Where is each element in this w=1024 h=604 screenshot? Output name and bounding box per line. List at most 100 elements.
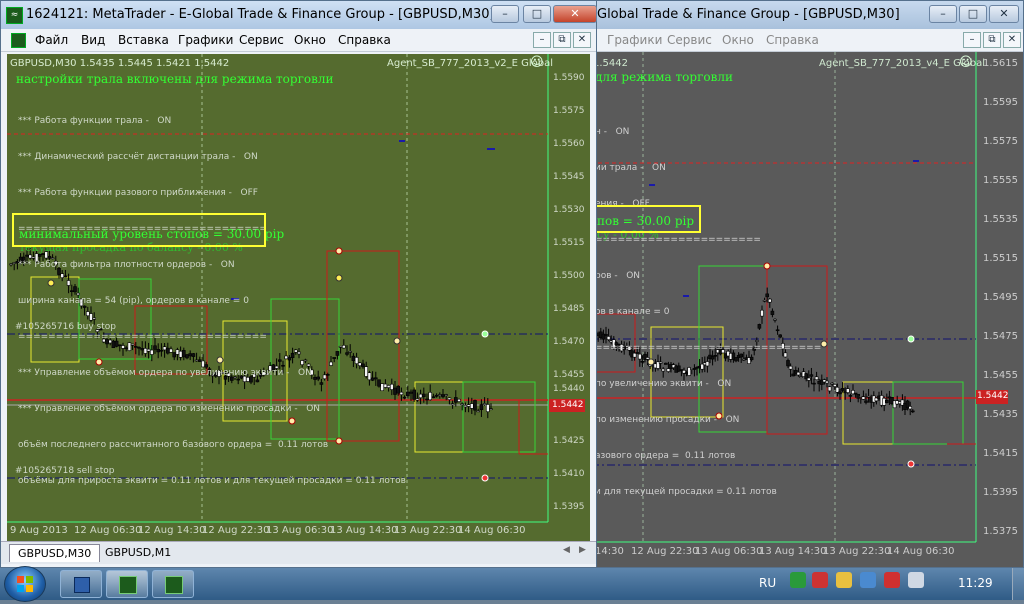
left-titlebar[interactable]: ≈ 1624121: MetaTrader - E-Global Trade &… bbox=[1, 1, 597, 29]
price-label: 1.5455 bbox=[983, 370, 1018, 381]
candle-body bbox=[418, 393, 423, 399]
menu-charts[interactable]: Графики bbox=[178, 33, 233, 47]
mdi-close-button[interactable]: ✕ bbox=[1003, 32, 1021, 48]
candle-body bbox=[846, 388, 850, 393]
minimize-button[interactable]: – bbox=[929, 5, 957, 23]
price-label: 1.5500 bbox=[553, 271, 585, 281]
mdi-minimize-button[interactable]: – bbox=[963, 32, 981, 48]
menu-insert[interactable]: Вставка bbox=[118, 33, 169, 47]
metatrader-icon bbox=[119, 576, 137, 594]
taskbar: RU 11:29 bbox=[0, 566, 1024, 602]
candle-body bbox=[463, 405, 468, 408]
mdi-close-button[interactable]: ✕ bbox=[573, 32, 591, 48]
price-label: 1.5415 bbox=[983, 448, 1018, 459]
candle-body bbox=[434, 394, 439, 397]
right-chart-header: 1.5442 bbox=[593, 58, 628, 69]
close-button[interactable]: ✕ bbox=[553, 5, 597, 23]
candle-body bbox=[457, 398, 461, 402]
start-button[interactable] bbox=[4, 566, 46, 602]
taskbar-metatrader-2[interactable] bbox=[152, 570, 194, 598]
time-label: 12 Aug 22:30 bbox=[631, 546, 699, 557]
info-line: н - ON bbox=[595, 127, 630, 137]
candle-body bbox=[405, 391, 410, 397]
left-window-title: 1624121: MetaTrader - E-Global Trade & F… bbox=[26, 7, 495, 22]
tray-app-icon[interactable] bbox=[790, 572, 806, 588]
menu-window[interactable]: Окно bbox=[722, 33, 754, 47]
price-label: 1.5615 bbox=[983, 58, 1018, 69]
menu-charts[interactable]: Графики bbox=[607, 33, 662, 47]
right-window[interactable]: Global Trade & Finance Group - [GBPUSD,M… bbox=[590, 0, 1024, 568]
menu-file[interactable]: Файл bbox=[35, 33, 68, 47]
tab-scroll-right-icon[interactable]: ▶ bbox=[579, 545, 586, 555]
minimize-button[interactable]: – bbox=[491, 5, 519, 23]
candle-body bbox=[864, 400, 868, 403]
clock[interactable]: 11:29 bbox=[958, 576, 993, 590]
metatrader-app-icon: ≈ bbox=[6, 7, 23, 24]
price-label: 1.5575 bbox=[983, 136, 1018, 147]
tray-blocked-icon[interactable] bbox=[884, 572, 900, 588]
taskbar-metatrader-1[interactable] bbox=[106, 570, 148, 598]
info-line: ов в канале = 0 bbox=[595, 307, 670, 317]
time-label: 13 Aug 14:30 bbox=[330, 525, 398, 536]
tab-gbpusd-m30[interactable]: GBPUSD,M30 bbox=[9, 544, 101, 562]
price-label: 1.5560 bbox=[553, 139, 585, 149]
tab-scroll-left-icon[interactable]: ◀ bbox=[563, 545, 570, 555]
menu-help[interactable]: Справка bbox=[338, 33, 391, 47]
left-chart[interactable]: GBPUSD,M30 1.5435 1.5445 1.5421 1.5442 A… bbox=[7, 54, 590, 541]
maximize-button[interactable]: □ bbox=[523, 5, 551, 23]
close-button[interactable]: ✕ bbox=[989, 5, 1019, 23]
menu-service[interactable]: Сервис bbox=[667, 33, 712, 47]
order-buy-stop-label: #105265716 buy stop bbox=[15, 322, 116, 332]
menu-window[interactable]: Окно bbox=[294, 33, 326, 47]
menu-service[interactable]: Сервис bbox=[239, 33, 284, 47]
candle-body bbox=[866, 395, 871, 398]
candle-body bbox=[908, 406, 913, 410]
tray-volume-icon[interactable] bbox=[908, 572, 924, 588]
price-label: 1.5535 bbox=[983, 214, 1018, 225]
price-label: 1.5595 bbox=[983, 97, 1018, 108]
left-expert-label: Agent_SB_777_2013_v2_E Global bbox=[387, 58, 554, 69]
time-label: 13 Aug 22:30 bbox=[394, 525, 462, 536]
right-info-title: для режима торговли bbox=[595, 70, 733, 84]
price-label: 1.5515 bbox=[983, 253, 1018, 264]
info-line: *** Динамический рассчёт дистанции трала… bbox=[18, 152, 258, 162]
mdi-restore-button[interactable]: ⧉ bbox=[983, 32, 1001, 48]
tray-network-icon[interactable] bbox=[860, 572, 876, 588]
left-window[interactable]: ≈ 1624121: MetaTrader - E-Global Trade &… bbox=[0, 0, 597, 568]
info-line: по увеличению эквити - ON bbox=[595, 379, 732, 389]
candle-body bbox=[825, 380, 829, 384]
time-label: 14:30 bbox=[595, 546, 624, 557]
show-desktop-button[interactable] bbox=[1012, 568, 1024, 600]
left-chart-header: GBPUSD,M30 1.5435 1.5445 1.5421 1.5442 bbox=[10, 58, 230, 69]
right-chart[interactable]: Agent_SB_777_2013_v4_E Global ☺ 1.5442 д… bbox=[591, 52, 1023, 567]
maximize-button[interactable]: □ bbox=[959, 5, 987, 23]
price-label: 1.5590 bbox=[553, 73, 585, 83]
candle-body bbox=[910, 410, 915, 413]
left-menubar: Файл Вид Вставка Графики Сервис Окно Спр… bbox=[1, 29, 596, 52]
info-line: азового ордера = 0.11 лотов bbox=[595, 451, 736, 461]
time-label: 13 Aug 14:30 bbox=[759, 546, 827, 557]
candle-body bbox=[453, 397, 458, 403]
tab-gbpusd-m1[interactable]: GBPUSD,M1 bbox=[97, 544, 179, 562]
candle-body bbox=[450, 403, 455, 406]
language-indicator[interactable]: RU bbox=[759, 576, 776, 590]
menu-view[interactable]: Вид bbox=[81, 33, 105, 47]
info-line: ии трала - ON bbox=[595, 163, 666, 173]
menu-help[interactable]: Справка bbox=[766, 33, 819, 47]
tray-flag-icon[interactable] bbox=[812, 572, 828, 588]
info-line: объёмы для прироста эквити = 0.11 лотов … bbox=[18, 476, 406, 486]
mdi-restore-button[interactable]: ⧉ bbox=[553, 32, 571, 48]
price-label: 1.5440 bbox=[553, 384, 585, 394]
price-label: 1.5515 bbox=[553, 238, 585, 248]
left-highlight-box bbox=[12, 213, 266, 247]
right-titlebar[interactable]: Global Trade & Finance Group - [GBPUSD,M… bbox=[591, 1, 1023, 29]
chart-tabs-bar: GBPUSD,M30 GBPUSD,M1 ◀ ▶ bbox=[1, 541, 596, 564]
info-line: ================================= bbox=[18, 332, 267, 342]
taskbar-save-app[interactable] bbox=[60, 570, 102, 598]
candle-body bbox=[848, 395, 853, 397]
tray-security-icon[interactable] bbox=[836, 572, 852, 588]
mdi-minimize-button[interactable]: – bbox=[533, 32, 551, 48]
candle-body bbox=[833, 384, 837, 387]
right-current-price: 1.5442 bbox=[977, 391, 1009, 401]
price-label: 1.5475 bbox=[983, 331, 1018, 342]
